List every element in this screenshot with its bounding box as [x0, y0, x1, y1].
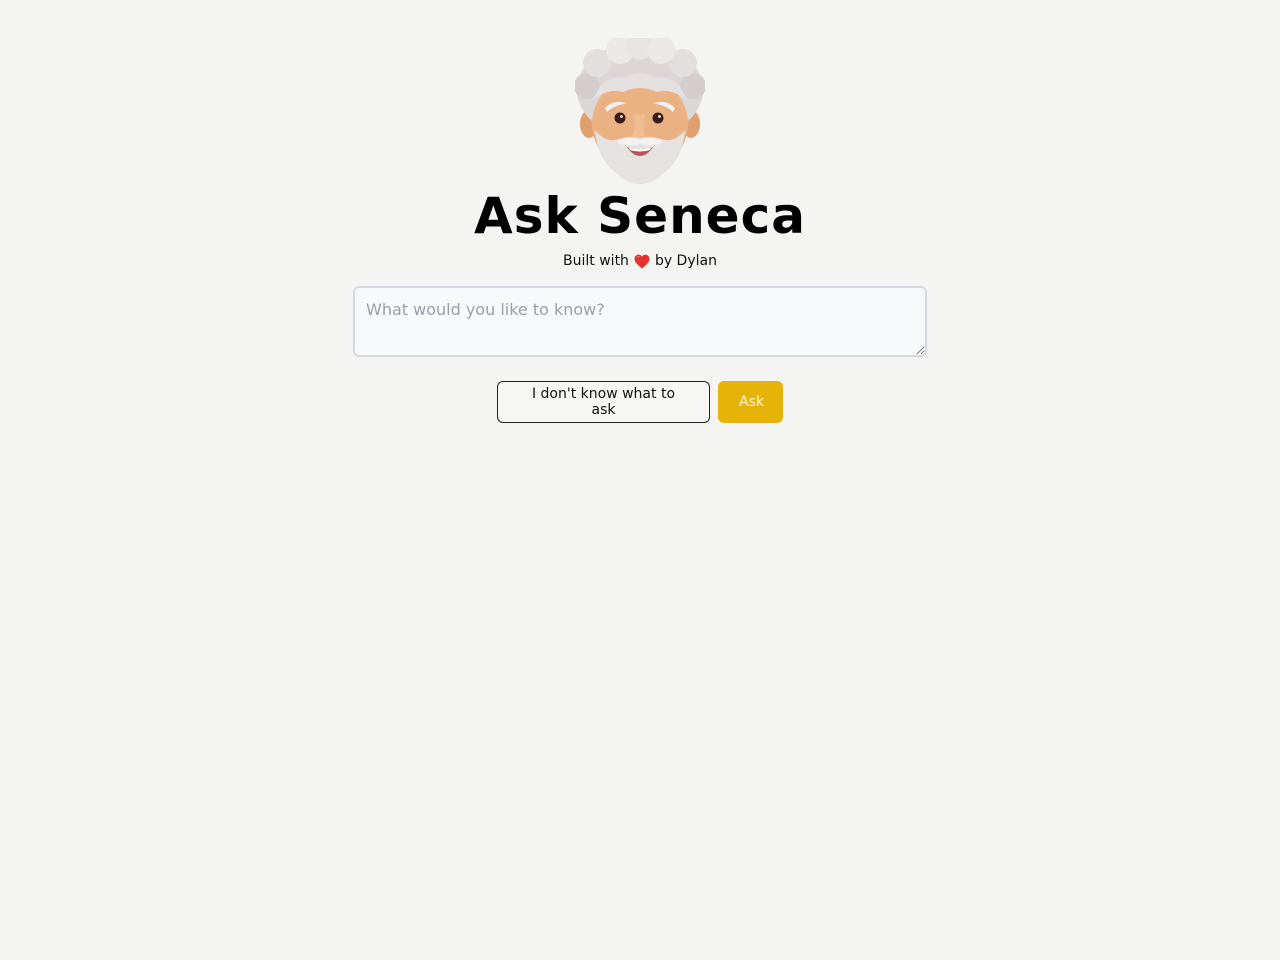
hero: Ask Seneca Built with by Dylan: [0, 38, 1280, 270]
action-buttons: I don't know what to ask Ask: [0, 381, 1280, 423]
page: Ask Seneca Built with by Dylan I don't k…: [0, 0, 1280, 960]
red-heart-icon: [634, 254, 650, 268]
page-title: Ask Seneca: [474, 187, 806, 245]
byline-suffix: by Dylan: [654, 253, 717, 269]
byline-prefix: Built with: [563, 253, 629, 269]
old-man-emoji-icon: [575, 38, 705, 184]
random-question-button[interactable]: I don't know what to ask: [497, 381, 710, 423]
byline: Built with by Dylan: [563, 252, 717, 270]
question-input[interactable]: [353, 286, 927, 357]
ask-button[interactable]: Ask: [718, 381, 783, 423]
